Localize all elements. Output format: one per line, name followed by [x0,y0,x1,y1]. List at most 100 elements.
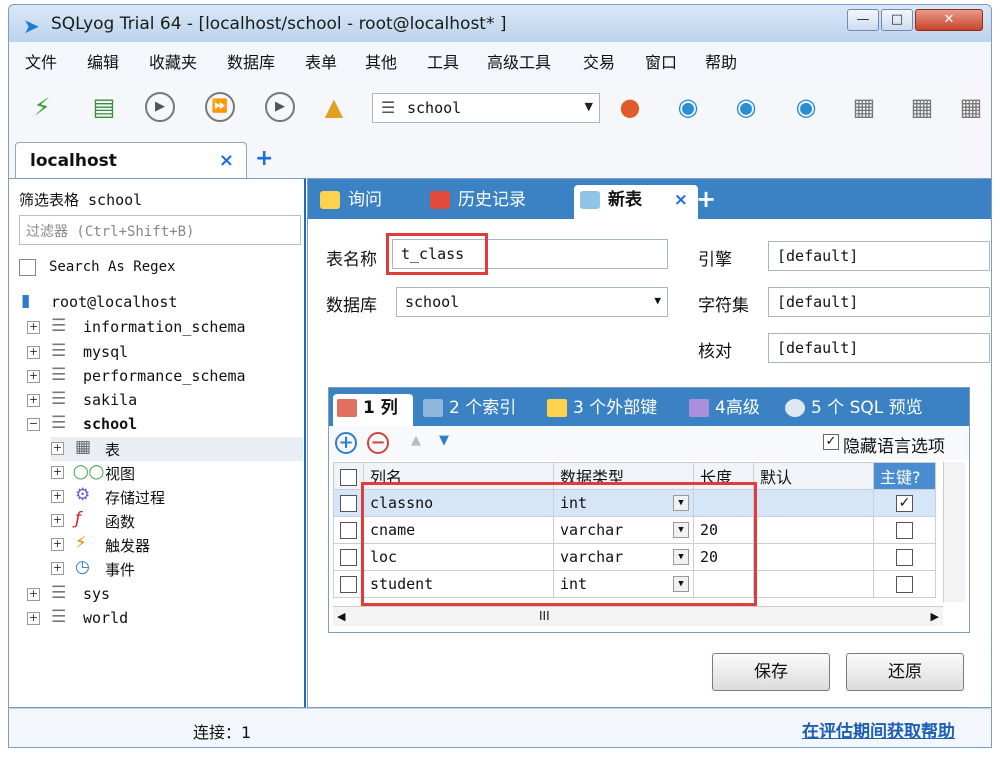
database-selector[interactable]: ☰ school ▼ [372,93,600,123]
minimize-button[interactable]: — [847,9,879,31]
menu-table[interactable]: 表单 [305,49,337,73]
column-name-cell[interactable]: loc [363,543,554,571]
tree-item-world[interactable]: + ☰ world [27,607,303,631]
tree-item-performance-schema[interactable]: + ☰ performance_schema [27,365,303,389]
maximize-button[interactable]: □ [881,9,913,31]
scroll-left-icon[interactable]: ◀ [337,610,345,623]
primary-key-checkbox[interactable]: ✓ [896,495,913,512]
default-cell[interactable] [753,489,874,517]
column-name-cell[interactable]: student [363,570,554,598]
filter-input[interactable]: 过滤器 (Ctrl+Shift+B) [19,215,301,245]
primary-key-cell[interactable] [873,570,936,598]
row-checkbox[interactable] [340,576,357,593]
expand-icon[interactable]: + [27,612,40,625]
import-icon[interactable]: ▦ [847,90,881,124]
move-up-icon[interactable]: ▲ [405,432,427,454]
database-select[interactable]: school ▼ [396,287,668,317]
data-type-cell[interactable]: int ▼ [553,489,694,517]
tab-history[interactable]: 历史记录 [424,185,526,219]
table-row[interactable]: cname varchar ▼ 20 [333,516,936,544]
charset-select[interactable]: [default] [768,287,990,317]
data-type-cell[interactable]: int ▼ [553,570,694,598]
expand-icon[interactable]: + [27,346,40,359]
length-cell[interactable] [693,489,754,517]
expand-icon[interactable]: + [27,321,40,334]
expand-icon[interactable]: + [27,394,40,407]
menu-tools[interactable]: 工具 [427,49,459,73]
tree-item-procedures[interactable]: + ⚙ 存储过程 [51,485,303,509]
column-name-cell[interactable]: cname [363,516,554,544]
tab-columns[interactable]: 1 列 [333,394,413,426]
expand-icon[interactable]: + [51,562,64,575]
chevron-down-icon[interactable]: ▼ [673,495,689,511]
tree-item-views[interactable]: + ◯◯ 视图 [51,461,303,485]
regex-checkbox[interactable] [19,259,36,276]
menu-file[interactable]: 文件 [25,49,57,73]
connection-tab-localhost[interactable]: localhost × [15,142,247,178]
execute-all-icon[interactable]: ⏩ [205,92,235,122]
row-checkbox[interactable] [340,549,357,566]
execute-query-icon[interactable]: ▶ [145,92,175,122]
menu-advanced-tools[interactable]: 高级工具 [487,49,551,73]
expand-icon[interactable]: + [51,538,64,551]
tab-indexes[interactable]: 2 个索引 [419,394,516,426]
tab-advanced[interactable]: 4高级 [685,394,760,426]
menu-help[interactable]: 帮助 [705,49,737,73]
table-row[interactable]: student int ▼ [333,570,936,598]
default-cell[interactable] [753,516,874,544]
delete-column-icon[interactable]: − [367,432,389,454]
chevron-down-icon[interactable]: ▼ [673,576,689,592]
tree-item-information-schema[interactable]: + ☰ information_schema [27,316,303,340]
add-tab-icon[interactable]: + [696,185,716,213]
menu-edit[interactable]: 编辑 [87,49,119,73]
expand-icon[interactable]: + [51,490,64,503]
export-icon[interactable]: ▦ [905,90,939,124]
row-checkbox[interactable] [340,522,357,539]
tree-item-triggers[interactable]: + ⚡ 触发器 [51,533,303,557]
close-tab-icon[interactable]: × [219,150,234,171]
backup-database-icon[interactable]: ◉ [671,90,705,124]
new-connection-icon[interactable]: ⚡ [25,90,59,124]
tree-item-sakila[interactable]: + ☰ sakila [27,389,303,413]
new-query-icon[interactable]: ▤ [87,90,121,124]
menu-database[interactable]: 数据库 [227,49,275,73]
tab-foreign-keys[interactable]: 3 个外部键 [543,394,657,426]
column-name-cell[interactable]: classno [363,489,554,517]
primary-key-cell[interactable] [873,543,936,571]
tab-new-table[interactable]: 新表 × [574,185,698,219]
menu-transaction[interactable]: 交易 [583,49,615,73]
add-column-icon[interactable]: + [335,432,357,454]
default-cell[interactable] [753,543,874,571]
tree-item-functions[interactable]: + ƒ 函数 [51,509,303,533]
revert-button[interactable]: 还原 [846,653,964,691]
tree-item-events[interactable]: + ◷ 事件 [51,557,303,581]
engine-select[interactable]: [default] [768,241,990,271]
sync-database-icon[interactable]: ◉ [789,90,823,124]
primary-key-cell[interactable]: ✓ [873,489,936,517]
primary-key-cell[interactable] [873,516,936,544]
horizontal-scrollbar[interactable]: ◀ III ▶ [333,606,943,626]
hide-language-options-checkbox[interactable]: ✓ [823,434,839,450]
primary-key-checkbox[interactable] [896,576,913,593]
restore-database-icon[interactable]: ◉ [729,90,763,124]
tree-item-sys[interactable]: + ☰ sys [27,583,303,607]
row-checkbox[interactable] [340,495,357,512]
data-type-cell[interactable]: varchar ▼ [553,543,694,571]
collation-select[interactable]: [default] [768,333,990,363]
expand-icon[interactable]: + [51,466,64,479]
primary-key-checkbox[interactable] [896,549,913,566]
save-button[interactable]: 保存 [712,653,830,691]
tab-query[interactable]: 询问 [314,185,382,219]
expand-icon[interactable]: + [51,514,64,527]
menu-window[interactable]: 窗口 [645,49,677,73]
collapse-icon[interactable]: − [27,418,40,431]
expand-icon[interactable]: + [51,442,64,455]
close-button[interactable]: ✕ [915,9,983,31]
table-row[interactable]: loc varchar ▼ 20 [333,543,936,571]
expand-icon[interactable]: + [27,370,40,383]
primary-key-checkbox[interactable] [896,522,913,539]
move-down-icon[interactable]: ▼ [433,432,455,454]
user-manager-icon[interactable]: ● [613,90,647,124]
length-cell[interactable]: 20 [693,543,754,571]
tab-sql-preview[interactable]: 5 个 SQL 预览 [781,394,923,426]
